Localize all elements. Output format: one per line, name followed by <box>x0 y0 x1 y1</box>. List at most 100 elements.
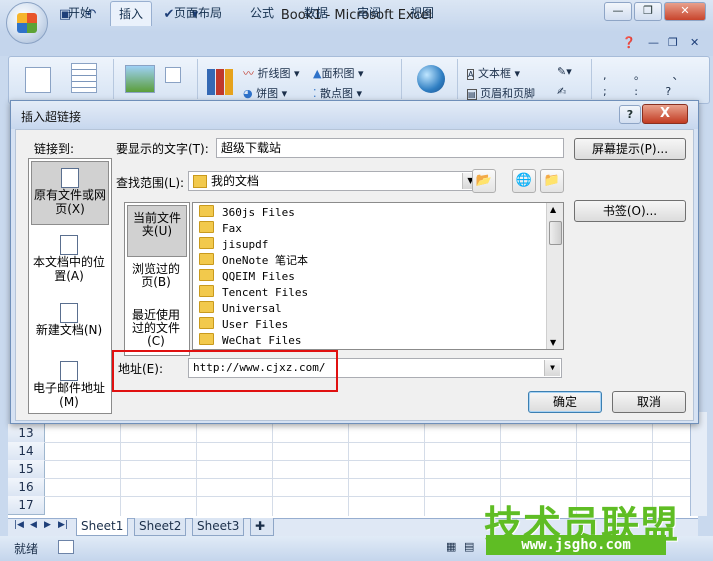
symbol-punctuation-2[interactable]: ; : ? <box>603 85 683 98</box>
tab-data[interactable]: 数据 <box>304 4 328 21</box>
row-header[interactable]: 13 <box>8 424 45 443</box>
sheet-tab-3[interactable]: Sheet3 <box>192 518 245 536</box>
folder-icon <box>199 301 214 313</box>
hyperlink-globe-icon[interactable] <box>417 65 445 93</box>
header-footer-label[interactable]: ▤ 页眉和页脚 <box>467 85 535 101</box>
ribbon-minimize-icon[interactable]: — <box>648 36 659 49</box>
list-item[interactable]: QQEIM Files <box>199 269 295 285</box>
area-chart-label[interactable]: ▲面积图 ▾ <box>313 65 364 81</box>
ribbon-group-illustrations <box>117 59 198 99</box>
tab-review[interactable]: 审阅 <box>357 4 381 21</box>
next-sheet-icon[interactable]: ▶ <box>44 520 51 530</box>
look-current-folder[interactable]: 当前文件夹(U) <box>127 205 187 257</box>
screen-tip-button[interactable]: 屏幕提示(P)... <box>574 138 686 160</box>
list-item[interactable]: OneNote 笔记本 <box>199 253 308 269</box>
file-name: QQEIM Files <box>222 270 295 283</box>
clip-art-icon[interactable] <box>165 67 181 83</box>
tab-insert[interactable]: 插入 <box>110 1 153 26</box>
bookmark-button[interactable]: 书签(O)... <box>574 200 686 222</box>
line-chart-label[interactable]: 〰 折线图 ▾ <box>243 65 300 81</box>
tab-page-layout[interactable]: 页面布局 <box>174 4 222 21</box>
ribbon-group-links <box>407 59 458 99</box>
link-option-new-document[interactable]: 新建文档(N) <box>31 297 107 351</box>
scroll-thumb[interactable] <box>549 221 562 245</box>
symbol-punctuation[interactable]: , 。 、 <box>603 67 696 83</box>
picture-icon[interactable] <box>125 65 155 93</box>
status-ready: 就绪 <box>14 542 39 556</box>
prev-sheet-icon[interactable]: ◀ <box>30 520 37 530</box>
ribbon-restore-icon[interactable]: ❐ <box>668 36 678 49</box>
minimize-icon[interactable]: — <box>604 2 632 21</box>
insert-sheet-icon[interactable]: ✚ <box>250 518 274 536</box>
close-window-icon[interactable]: ✕ <box>664 2 706 21</box>
look-in-combo[interactable]: 我的文档 ▼ <box>188 171 480 191</box>
browse-file-icon[interactable]: 📁 <box>540 169 564 193</box>
office-button[interactable] <box>6 2 48 44</box>
ribbon-group-symbols: , 。 、 ; : ? <box>595 59 684 99</box>
normal-view-icon[interactable]: ▦ <box>446 540 456 553</box>
dialog-close-icon[interactable]: X <box>642 104 688 124</box>
look-recent-files[interactable]: 最近使用过的文件(C) <box>127 307 185 353</box>
wordart-icon[interactable]: ✎▾ <box>557 65 572 78</box>
restore-icon[interactable]: ❐ <box>634 2 662 21</box>
list-item[interactable]: User Files <box>199 317 288 333</box>
gridline <box>424 424 425 516</box>
link-option-existing-file[interactable]: 原有文件或网页(X) <box>31 161 109 225</box>
look-browsed-pages[interactable]: 浏览过的页(B) <box>127 259 185 303</box>
file-list-scrollbar[interactable]: ▲ ▼ <box>546 203 563 349</box>
tab-view[interactable]: 视图 <box>410 4 434 21</box>
look-in-value: 我的文档 <box>211 174 260 188</box>
folder-icon <box>199 269 214 281</box>
column-chart-icon[interactable] <box>207 69 233 95</box>
link-option-email[interactable]: 电子邮件地址(M) <box>31 355 107 409</box>
row-header[interactable]: 15 <box>8 460 45 479</box>
row-header[interactable]: 17 <box>8 496 45 515</box>
browse-web-icon[interactable]: 🌐 <box>512 169 536 193</box>
ok-button[interactable]: 确定 <box>528 391 602 413</box>
sheet-tab-2[interactable]: Sheet2 <box>134 518 187 536</box>
display-text-field[interactable]: 超级下载站 <box>216 138 564 158</box>
ribbon-close-icon[interactable]: ✕ <box>690 36 699 49</box>
list-item[interactable]: Fax <box>199 221 242 237</box>
list-item[interactable]: 360js Files <box>199 205 295 221</box>
scroll-up-icon[interactable]: ▲ <box>550 205 556 214</box>
table-icon[interactable] <box>71 63 97 93</box>
list-item[interactable]: Universal <box>199 301 282 317</box>
pie-chart-label[interactable]: ◕ 饼图 ▾ <box>243 85 287 101</box>
up-folder-icon[interactable]: 📂 <box>472 169 496 193</box>
last-sheet-icon[interactable]: ▶| <box>58 520 68 530</box>
macro-record-icon[interactable] <box>58 540 74 554</box>
chevron-down-icon[interactable]: ▼ <box>544 360 560 376</box>
row-header[interactable]: 16 <box>8 478 45 497</box>
folder-icon <box>199 317 214 329</box>
file-list[interactable]: 360js Files Fax jisupdf OneNote 笔记本 QQEI… <box>192 202 564 350</box>
vertical-scrollbar[interactable] <box>690 412 707 516</box>
dialog-help-icon[interactable]: ? <box>619 105 641 124</box>
look-in-label: 查找范围(L): <box>116 176 185 190</box>
tab-formulas[interactable]: 公式 <box>250 4 274 21</box>
tab-home[interactable]: 开始 <box>68 4 92 21</box>
help-icon[interactable]: ❓ <box>622 36 636 49</box>
scatter-chart-label[interactable]: ⁚ 散点图 ▾ <box>313 85 362 101</box>
insert-hyperlink-dialog: 插入超链接 ? X 链接到: 原有文件或网页(X) 本文档中的位置(A) 新建文… <box>10 100 699 424</box>
email-address-icon <box>60 361 78 381</box>
ribbon-tab-bar <box>0 32 713 56</box>
row-header[interactable]: 14 <box>8 442 45 461</box>
file-name: OneNote 笔记本 <box>222 254 308 267</box>
page-layout-view-icon[interactable]: ▤ <box>464 540 474 553</box>
sheet-tab-1[interactable]: Sheet1 <box>76 518 129 536</box>
pivot-table-icon[interactable] <box>25 67 51 93</box>
first-sheet-icon[interactable]: |◀ <box>14 520 24 530</box>
gridline <box>120 424 121 516</box>
file-name: Universal <box>222 302 282 315</box>
list-item[interactable]: Tencent Files <box>199 285 308 301</box>
textbox-label[interactable]: A 文本框 ▾ <box>467 65 520 81</box>
gridline <box>44 478 690 479</box>
signature-icon[interactable]: ✍ <box>557 85 566 98</box>
list-item[interactable]: jisupdf <box>199 237 268 253</box>
scroll-down-icon[interactable]: ▼ <box>550 338 556 347</box>
list-item[interactable]: WeChat Files <box>199 333 301 349</box>
folder-icon <box>199 333 214 345</box>
cancel-button[interactable]: 取消 <box>612 391 686 413</box>
link-option-place-in-doc[interactable]: 本文档中的位置(A) <box>31 229 107 291</box>
